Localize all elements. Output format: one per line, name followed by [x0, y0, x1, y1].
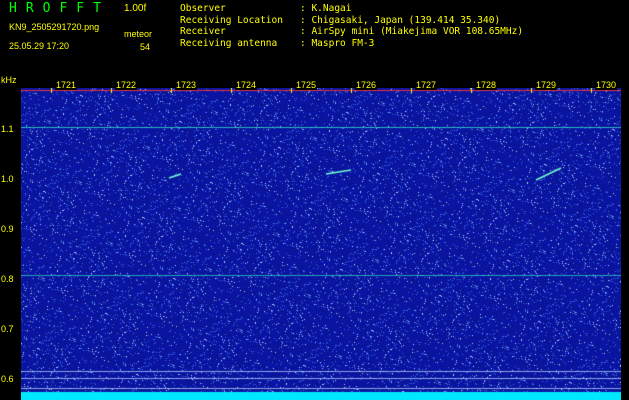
y-tick-label: 0.8 [1, 274, 14, 284]
y-axis-unit: kHz [1, 75, 17, 85]
time-tick-label: 1728 [475, 80, 498, 90]
time-tick-label: 1730 [595, 80, 618, 90]
time-tick-label: 1721 [55, 80, 78, 90]
info-value: : K.Nagai [300, 3, 352, 14]
info-key: Receiver [180, 26, 226, 37]
info-value: : Chigasaki, Japan (139.414 35.340) [300, 14, 501, 26]
app-version: 1.00f [124, 3, 147, 14]
file-datetime: 25.05.29 17:20 [9, 41, 70, 51]
y-tick-label: 1.1 [1, 124, 14, 134]
spectrogram [21, 88, 621, 400]
info-key: Receiving Location [180, 14, 283, 26]
time-tick-label: 1726 [355, 80, 378, 90]
time-tick-label: 1724 [235, 80, 258, 90]
info-row-location: Receiving Location : Chigasaki, Japan (1… [180, 15, 523, 27]
time-tick-label: 1727 [415, 80, 438, 90]
meteor-count: 54 [140, 42, 151, 52]
y-tick-label: 0.7 [1, 324, 14, 334]
y-tick-label: 1.0 [1, 174, 14, 184]
app-title: HROFFT [9, 1, 110, 16]
info-key: Receiving antenna [180, 37, 278, 49]
time-tick-label: 1729 [535, 80, 558, 90]
info-value: : AirSpy mini (Miakejima VOR 108.65MHz) [300, 26, 524, 37]
info-key: Observer [180, 3, 226, 14]
time-tick-label: 1722 [115, 80, 138, 90]
meteor-label: meteor [124, 29, 153, 39]
file-name: KN9_2505291720.png [9, 22, 100, 32]
time-tick-label: 1723 [175, 80, 198, 90]
time-tick-label: 1725 [295, 80, 318, 90]
y-tick-label: 0.6 [1, 374, 14, 384]
info-row-antenna: Receiving antenna : Maspro FM-3 [180, 38, 523, 50]
y-tick-label: 0.9 [1, 224, 14, 234]
info-row-observer: Observer : K.Nagai [180, 3, 523, 15]
station-info: Observer : K.Nagai Receiving Location : … [180, 3, 523, 49]
info-value: : Maspro FM-3 [300, 37, 375, 49]
info-row-receiver: Receiver : AirSpy mini (Miakejima VOR 10… [180, 26, 523, 38]
header: HROFFT 1.00f KN9_2505291720.png 25.05.29… [0, 0, 629, 75]
